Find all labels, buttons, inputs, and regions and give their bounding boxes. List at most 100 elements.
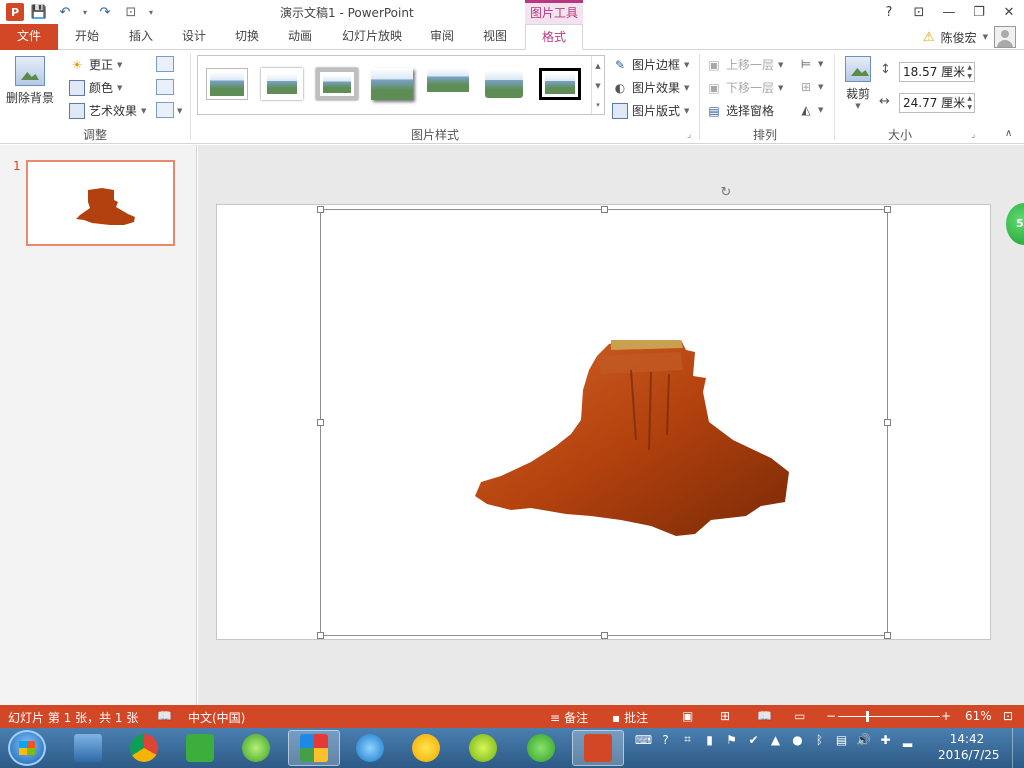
normal-view-icon[interactable]: ▣ <box>682 709 693 723</box>
picture-layout-button[interactable]: 图片版式 ▼ <box>612 102 689 119</box>
close-button[interactable]: ✕ <box>994 0 1024 24</box>
style-thumb-white-frame[interactable] <box>261 68 303 100</box>
style-thumb-drop-shadow[interactable] <box>371 68 413 100</box>
taskbar-app-puzzle[interactable] <box>288 730 340 766</box>
undo-icon[interactable]: ↶ <box>54 3 76 21</box>
save-icon[interactable]: 💾 <box>28 3 50 21</box>
align-button[interactable]: ⊨ ▼ <box>798 56 824 72</box>
change-picture-icon[interactable] <box>156 79 174 95</box>
undo-dropdown-icon[interactable]: ▾ <box>80 8 90 17</box>
corrections-button[interactable]: ☀ 更正 ▼ <box>69 56 123 73</box>
bluetooth-icon[interactable]: ᛒ <box>812 732 827 747</box>
tab-design[interactable]: 设计 <box>169 24 219 50</box>
resize-handle-right[interactable] <box>884 419 891 426</box>
resize-handle-bottom-right[interactable] <box>884 632 891 639</box>
style-thumb-simple-frame[interactable] <box>206 68 248 100</box>
resize-handle-bottom[interactable] <box>601 632 608 639</box>
usb-device-icon[interactable]: ▮ <box>702 732 717 747</box>
show-desktop-button[interactable] <box>1012 728 1024 768</box>
gallery-more-icon[interactable]: ▾ <box>591 96 604 114</box>
style-thumb-reflected[interactable] <box>427 68 469 100</box>
taskbar-app-browser[interactable] <box>230 730 282 766</box>
tab-insert[interactable]: 插入 <box>116 24 166 50</box>
butte-picture[interactable] <box>471 330 801 550</box>
user-name[interactable]: 陈俊宏 <box>941 29 977 46</box>
reading-view-icon[interactable]: 📖 <box>757 709 772 723</box>
taskbar-app-chrome[interactable] <box>118 730 170 766</box>
avatar[interactable] <box>994 26 1016 48</box>
help-button[interactable]: ? <box>874 0 904 24</box>
reset-picture-dropdown-icon[interactable]: ▼ <box>177 107 182 115</box>
floating-green-badge[interactable]: 55 <box>1006 203 1024 245</box>
language-indicator[interactable]: 中文(中国) <box>188 709 245 726</box>
warning-icon[interactable]: ⚠ <box>923 30 935 45</box>
color-button[interactable]: 颜色 ▼ <box>69 79 122 96</box>
picture-selection-frame[interactable]: ↻ <box>317 186 891 639</box>
compress-pictures-icon[interactable] <box>156 56 174 72</box>
ribbon-display-options-button[interactable]: ⊡ <box>904 0 934 24</box>
fit-slide-icon[interactable]: ⊡ <box>1003 709 1013 723</box>
qq-penguin-icon[interactable]: ● <box>790 732 805 747</box>
zoom-out-icon[interactable]: − <box>826 709 836 723</box>
slide-thumbnail[interactable] <box>26 160 175 246</box>
zoom-slider-thumb[interactable] <box>865 711 869 722</box>
volume-icon[interactable]: 🔊 <box>856 732 871 747</box>
security-tray-icon[interactable]: ✚ <box>878 732 893 747</box>
resize-handle-top[interactable] <box>601 206 608 213</box>
action-center-icon[interactable]: ▲ <box>768 732 783 747</box>
remove-background-button[interactable]: 删除背景 <box>4 56 56 106</box>
bring-forward-button[interactable]: ▣ 上移一层 ▼ <box>706 56 783 73</box>
picture-border-button[interactable]: ✎ 图片边框 ▼ <box>612 56 689 73</box>
width-spinner-icon[interactable]: ▲ ▼ <box>967 94 972 112</box>
tab-review[interactable]: 审阅 <box>417 24 467 50</box>
artistic-effects-button[interactable]: 艺术效果 ▼ <box>69 102 146 119</box>
tab-format[interactable]: 格式 <box>525 24 583 50</box>
group-objects-button[interactable]: ⊞ ▼ <box>798 79 823 95</box>
restore-button[interactable]: ❐ <box>964 0 994 24</box>
customize-qat-icon[interactable]: ▾ <box>146 8 156 17</box>
start-from-beginning-icon[interactable]: ⊡ <box>120 3 142 21</box>
reset-picture-icon[interactable] <box>156 102 174 118</box>
tab-home[interactable]: 开始 <box>62 24 112 50</box>
tab-slideshow[interactable]: 幻灯片放映 <box>332 24 412 50</box>
shape-height-field[interactable]: 18.57 厘米 ▲ ▼ <box>899 62 975 82</box>
taskbar-app-powerpoint[interactable] <box>572 730 624 766</box>
collapse-ribbon-icon[interactable]: ∧ <box>1005 128 1012 139</box>
network-signal-icon[interactable]: ▂ <box>900 732 915 747</box>
system-clock[interactable]: 14:42 2016/7/25 <box>938 731 1000 763</box>
keyboard-icon[interactable]: ⌨ <box>635 732 652 747</box>
input-method-icon[interactable]: ⌗ <box>680 732 695 747</box>
spell-check-icon[interactable]: 📖 <box>157 709 172 723</box>
minimize-button[interactable]: — <box>934 0 964 24</box>
tab-animations[interactable]: 动画 <box>275 24 325 50</box>
gallery-scroll-down-icon[interactable]: ▼ <box>591 76 604 96</box>
tab-file[interactable]: 文件 <box>0 24 58 50</box>
powerpoint-app-icon[interactable]: P <box>6 3 24 21</box>
gallery-scroll-up-icon[interactable]: ▲ <box>591 56 604 76</box>
height-spinner-icon[interactable]: ▲ ▼ <box>967 63 972 81</box>
zoom-slider[interactable] <box>838 716 940 717</box>
shape-width-field[interactable]: 24.77 厘米 ▲ ▼ <box>899 93 975 113</box>
send-backward-button[interactable]: ▣ 下移一层 ▼ <box>706 79 783 96</box>
tab-transitions[interactable]: 切换 <box>222 24 272 50</box>
user-dropdown-icon[interactable]: ▼ <box>983 33 988 41</box>
rotate-button[interactable]: ◭ ▼ <box>798 102 823 118</box>
crop-button[interactable]: 裁剪 ▼ <box>840 56 876 110</box>
notes-button[interactable]: ≡ 备注 <box>550 709 588 726</box>
shield-check-icon[interactable]: ✔ <box>746 732 761 747</box>
start-button[interactable] <box>8 730 46 766</box>
slideshow-view-icon[interactable]: ▭ <box>794 709 805 723</box>
user-account[interactable]: ⚠ 陈俊宏 ▼ <box>923 24 1016 50</box>
style-thumb-black-frame[interactable] <box>539 68 581 100</box>
picture-effects-button[interactable]: ◐ 图片效果 ▼ <box>612 79 690 96</box>
redo-icon[interactable]: ↷ <box>94 3 116 21</box>
resize-handle-top-right[interactable] <box>884 206 891 213</box>
slide[interactable]: ↻ <box>216 186 991 640</box>
picture-styles-dialog-launcher-icon[interactable]: ⌟ <box>687 130 691 140</box>
selection-pane-button[interactable]: ▤ 选择窗格 <box>706 102 774 119</box>
taskbar-app-security[interactable] <box>400 730 452 766</box>
style-thumb-gray-frame[interactable] <box>316 68 358 100</box>
resize-handle-top-left[interactable] <box>317 206 324 213</box>
resize-handle-left[interactable] <box>317 419 324 426</box>
windows-flag-icon[interactable]: ⚑ <box>724 732 739 747</box>
